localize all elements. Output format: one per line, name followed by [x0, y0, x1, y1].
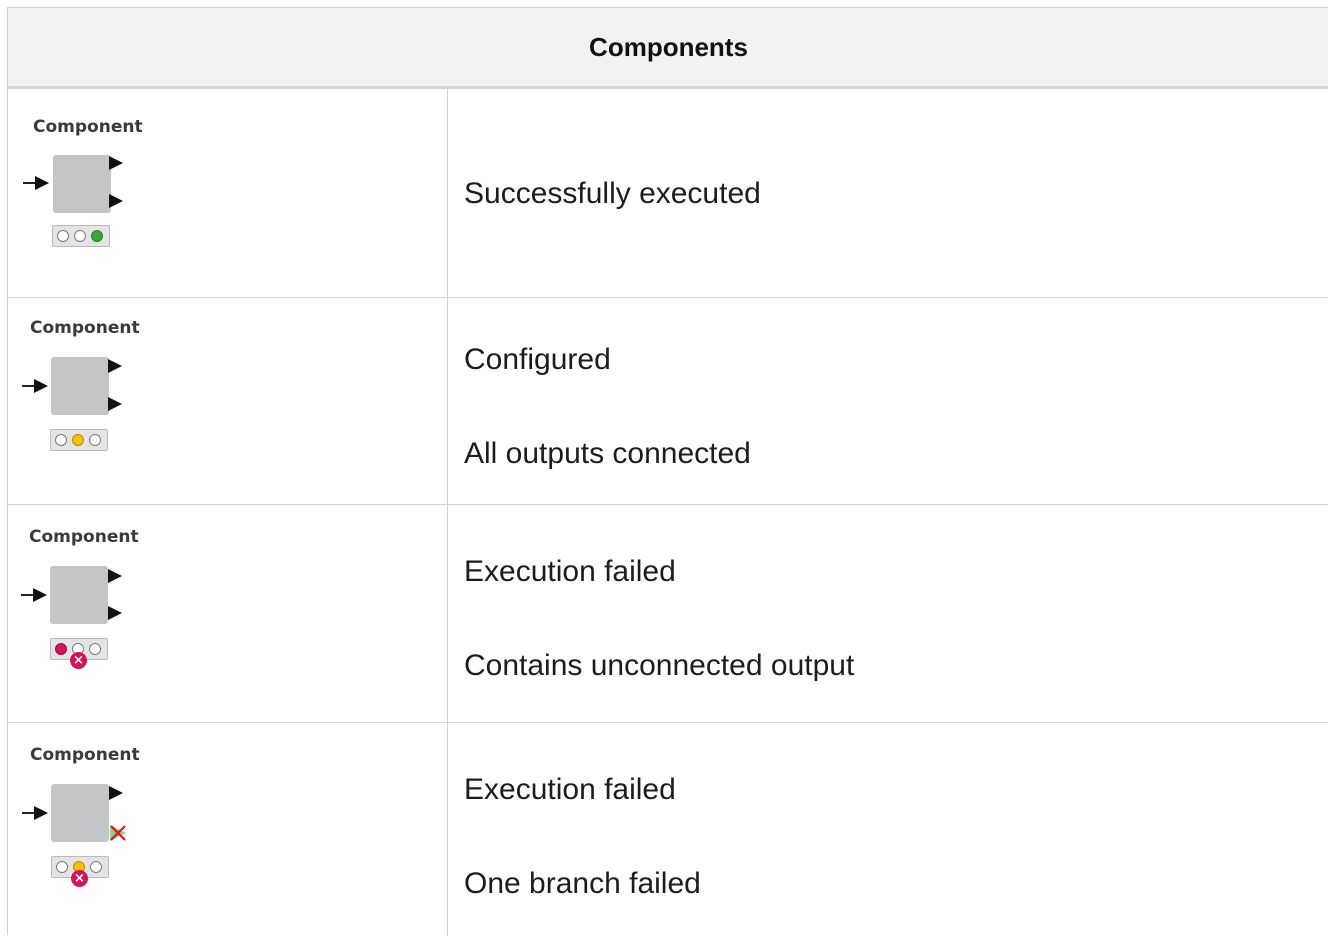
light-off-icon: [89, 643, 101, 655]
light-off-icon: [90, 861, 102, 873]
output-port-icon: [108, 606, 122, 620]
node-cell: Component ×: [8, 505, 448, 722]
inactive-port-icon: [110, 825, 126, 841]
error-icon: ×: [71, 870, 88, 887]
output-port-icon: [108, 397, 122, 411]
light-red-icon: [55, 643, 67, 655]
node-label: Component: [30, 318, 140, 338]
traffic-light-executed: [52, 225, 110, 247]
node-label: Component: [29, 527, 139, 547]
components-table: Components Component Successfully execut…: [7, 7, 1328, 936]
component-node-icon[interactable]: [51, 357, 109, 415]
input-port-icon: [33, 588, 47, 602]
output-port-icon: [109, 786, 123, 800]
light-off-icon: [74, 230, 86, 242]
input-port-icon: [34, 379, 48, 393]
light-off-icon: [89, 434, 101, 446]
node-cell: Component ×: [8, 723, 448, 936]
table-row: Component Successfully executed: [8, 89, 1328, 298]
light-off-icon: [55, 434, 67, 446]
node-label: Component: [30, 745, 140, 765]
input-port-icon: [34, 806, 48, 820]
status-description: All outputs connected: [464, 437, 751, 470]
output-port-icon: [109, 156, 123, 170]
table-row: Component × Execution failed One branch …: [8, 723, 1328, 936]
light-green-icon: [91, 230, 103, 242]
light-yellow-icon: [72, 434, 84, 446]
table-row: Component × Execution failed Contains un…: [8, 505, 1328, 723]
table-header: Components: [8, 8, 1328, 89]
node-cell: Component: [8, 298, 448, 504]
output-port-icon: [108, 359, 122, 373]
input-port-icon: [35, 176, 49, 190]
component-node-icon[interactable]: [53, 155, 111, 213]
component-node-icon[interactable]: [50, 566, 108, 624]
status-description: Execution failed: [464, 773, 676, 806]
status-description: Configured: [464, 343, 611, 376]
table-title: Components: [589, 31, 748, 62]
light-off-icon: [57, 230, 69, 242]
table-row: Component Configured All outputs connect…: [8, 298, 1328, 505]
error-icon: ×: [70, 652, 87, 669]
light-off-icon: [56, 861, 68, 873]
status-description: One branch failed: [464, 867, 701, 900]
status-description: Successfully executed: [464, 177, 761, 210]
output-port-icon: [109, 194, 123, 208]
node-cell: Component: [8, 89, 448, 297]
traffic-light-configured: [50, 429, 108, 451]
node-label: Component: [33, 117, 143, 137]
component-node-icon[interactable]: [51, 784, 109, 842]
output-port-icon: [108, 569, 122, 583]
status-description: Contains unconnected output: [464, 649, 855, 682]
status-description: Execution failed: [464, 555, 676, 588]
